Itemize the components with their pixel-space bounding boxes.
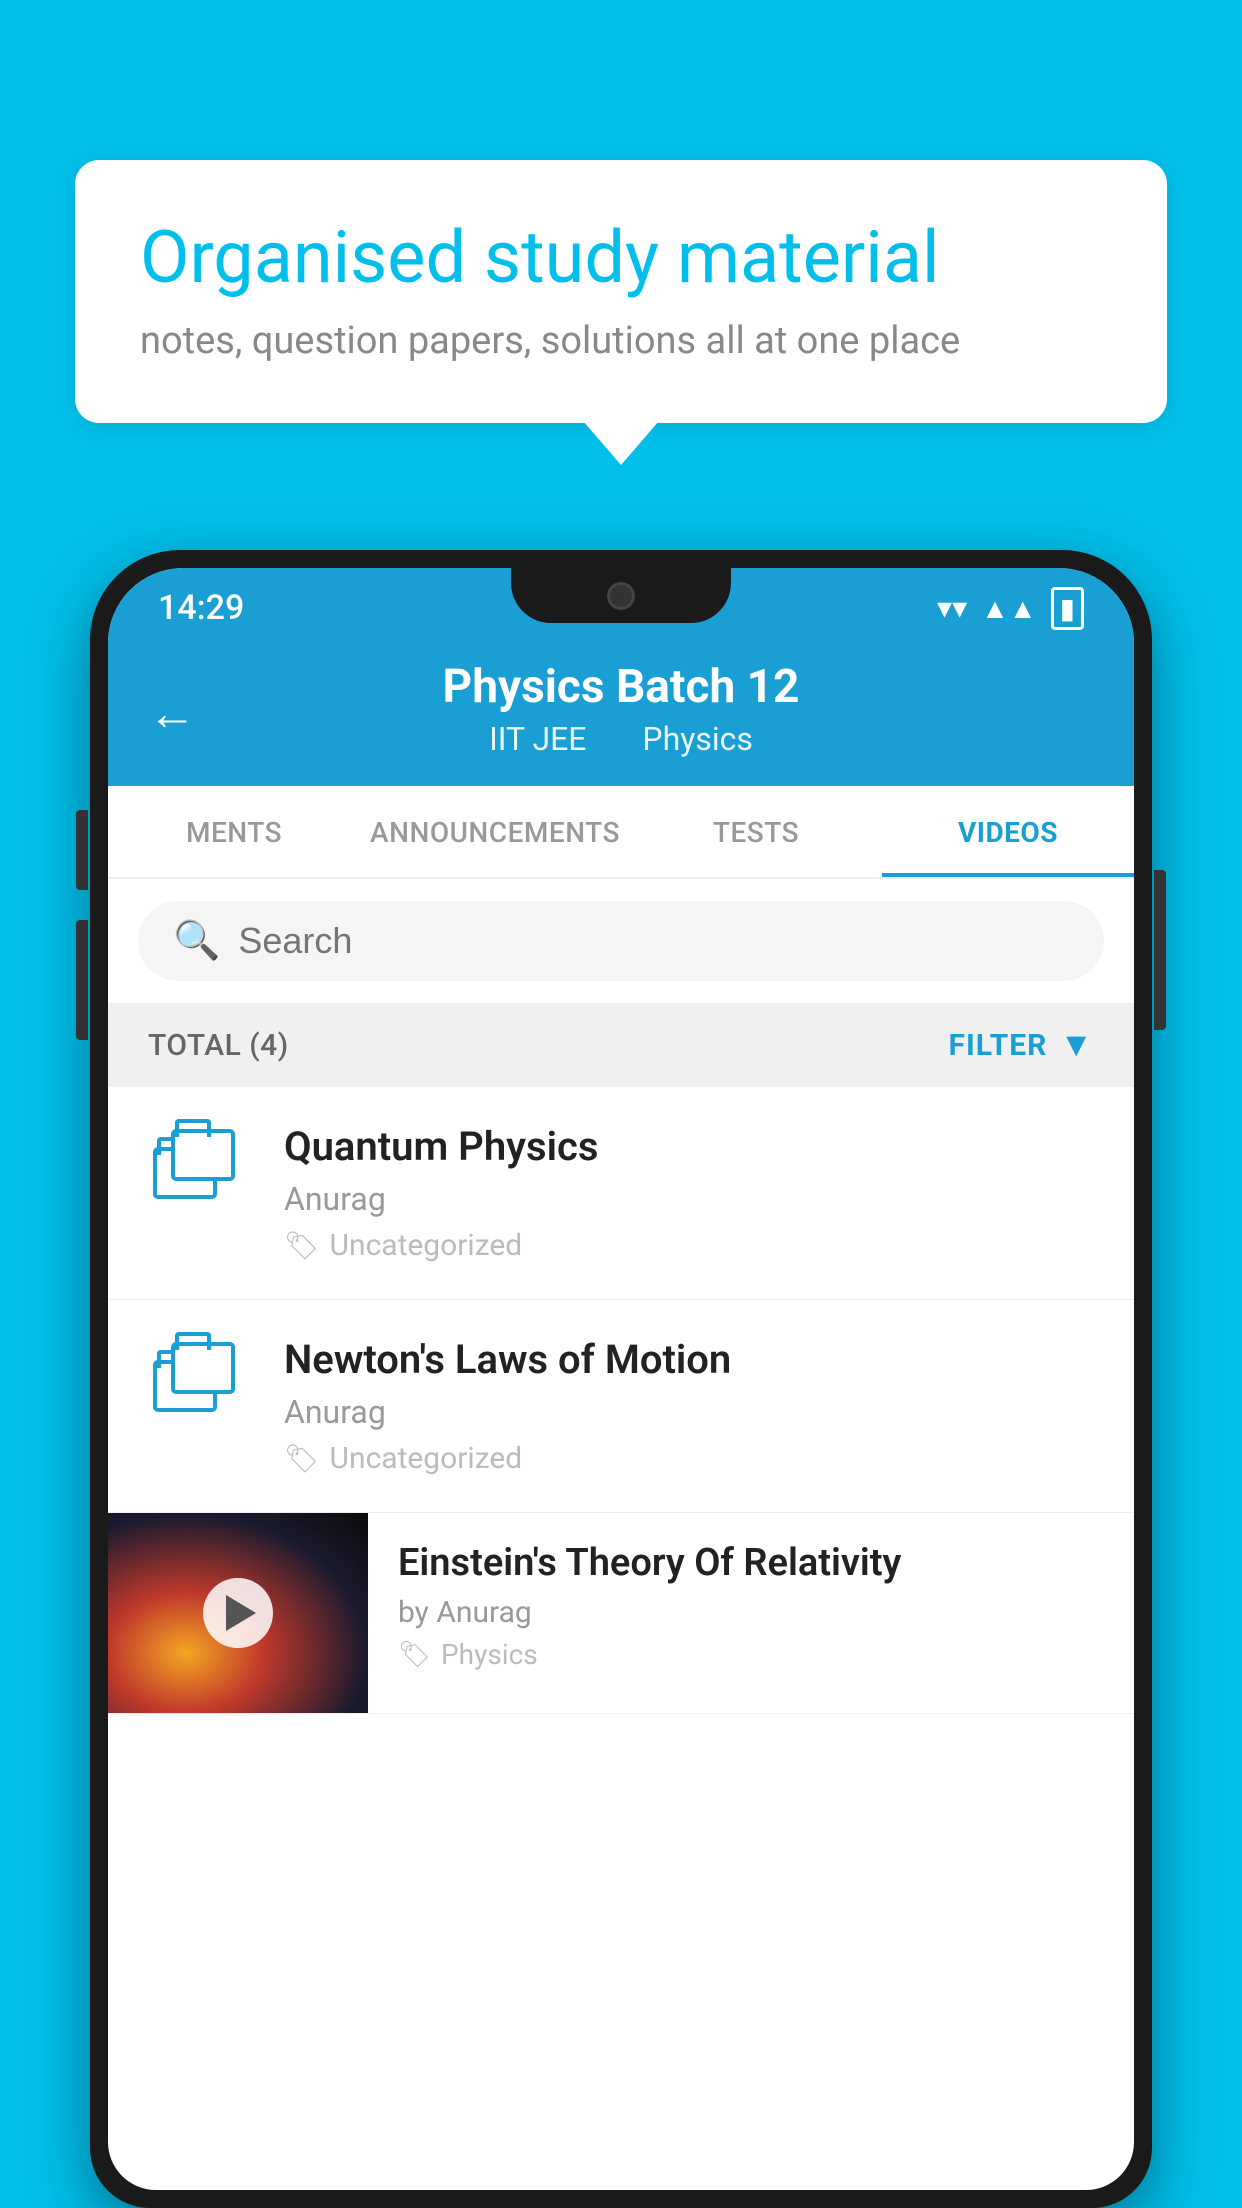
header-tag-iit: IIT JEE (489, 720, 586, 758)
filter-icon: ▼ (1059, 1025, 1094, 1065)
battery-icon: ▮ (1051, 587, 1084, 630)
header-tag-physics: Physics (642, 720, 753, 758)
wifi-icon: ▾▾ (937, 591, 967, 626)
folder-icon-1 (153, 1129, 243, 1209)
video-author-3: by Anurag (398, 1595, 1104, 1630)
video-info-3: Einstein's Theory Of Relativity by Anura… (368, 1513, 1134, 1699)
video-icon-wrap-1 (148, 1123, 248, 1209)
play-triangle-icon (226, 1595, 256, 1631)
search-input[interactable] (238, 920, 1069, 962)
phone-notch (511, 568, 731, 623)
tab-bar: MENTS ANNOUNCEMENTS TESTS VIDEOS (108, 786, 1134, 879)
tag-icon-3: 🏷 (398, 1640, 431, 1670)
thumbnail-bg-3 (108, 1513, 368, 1713)
video-tag-3: 🏷 Physics (398, 1638, 1104, 1671)
video-author-2: Anurag (284, 1393, 1094, 1431)
video-title-1: Quantum Physics (284, 1123, 1094, 1170)
video-tag-1: 🏷 Uncategorized (284, 1228, 1094, 1263)
video-info-2: Newton's Laws of Motion Anurag 🏷 Uncateg… (284, 1336, 1094, 1476)
filter-label: FILTER (949, 1028, 1048, 1063)
speech-bubble: Organised study material notes, question… (75, 160, 1167, 423)
status-icons: ▾▾ ▲▲ ▮ (937, 587, 1084, 630)
tag-icon-2: 🏷 (284, 1442, 320, 1475)
video-info-1: Quantum Physics Anurag 🏷 Uncategorized (284, 1123, 1094, 1263)
filter-bar: TOTAL (4) FILTER ▼ (108, 1003, 1134, 1087)
video-icon-wrap-2 (148, 1336, 248, 1422)
bubble-subtitle: notes, question papers, solutions all at… (140, 319, 1102, 363)
header-subtitle: IIT JEE Physics (158, 720, 1084, 758)
total-count: TOTAL (4) (148, 1028, 289, 1063)
tab-tests[interactable]: TESTS (630, 786, 882, 877)
play-button-3[interactable] (203, 1578, 273, 1648)
search-box: 🔍 (138, 901, 1104, 981)
folder-icon-2 (153, 1342, 243, 1422)
back-button[interactable]: ← (148, 685, 196, 742)
front-camera (607, 582, 635, 610)
video-title-3: Einstein's Theory Of Relativity (398, 1541, 1104, 1585)
search-icon: 🔍 (173, 919, 220, 963)
video-item-2[interactable]: Newton's Laws of Motion Anurag 🏷 Uncateg… (108, 1300, 1134, 1513)
tag-icon-1: 🏷 (284, 1229, 320, 1262)
video-item-1[interactable]: Quantum Physics Anurag 🏷 Uncategorized (108, 1087, 1134, 1300)
phone-frame: 14:29 ▾▾ ▲▲ ▮ ← Physics Batch 12 IIT JEE… (90, 550, 1152, 2208)
phone-side-button-power (1154, 870, 1166, 1030)
signal-icon: ▲▲ (981, 592, 1036, 625)
status-time: 14:29 (158, 588, 244, 628)
tab-videos[interactable]: VIDEOS (882, 786, 1134, 877)
tag-label-1: Uncategorized (330, 1228, 523, 1263)
video-tag-2: 🏷 Uncategorized (284, 1441, 1094, 1476)
phone-screen: 14:29 ▾▾ ▲▲ ▮ ← Physics Batch 12 IIT JEE… (108, 568, 1134, 2190)
video-list: Quantum Physics Anurag 🏷 Uncategorized (108, 1087, 1134, 1714)
video-item-3[interactable]: Einstein's Theory Of Relativity by Anura… (108, 1513, 1134, 1714)
header-title: Physics Batch 12 (158, 660, 1084, 714)
tab-ments[interactable]: MENTS (108, 786, 360, 877)
phone-side-button-vol2 (76, 920, 88, 1040)
filter-button[interactable]: FILTER ▼ (949, 1025, 1094, 1065)
tag-label-2: Uncategorized (330, 1441, 523, 1476)
app-header: ← Physics Batch 12 IIT JEE Physics (108, 640, 1134, 786)
bubble-title: Organised study material (140, 215, 1102, 301)
tab-announcements[interactable]: ANNOUNCEMENTS (360, 786, 630, 877)
phone-side-button-vol (76, 810, 88, 890)
tag-label-3: Physics (441, 1638, 538, 1671)
video-thumbnail-3 (108, 1513, 368, 1713)
video-title-2: Newton's Laws of Motion (284, 1336, 1094, 1383)
search-container: 🔍 (108, 879, 1134, 1003)
video-author-1: Anurag (284, 1180, 1094, 1218)
